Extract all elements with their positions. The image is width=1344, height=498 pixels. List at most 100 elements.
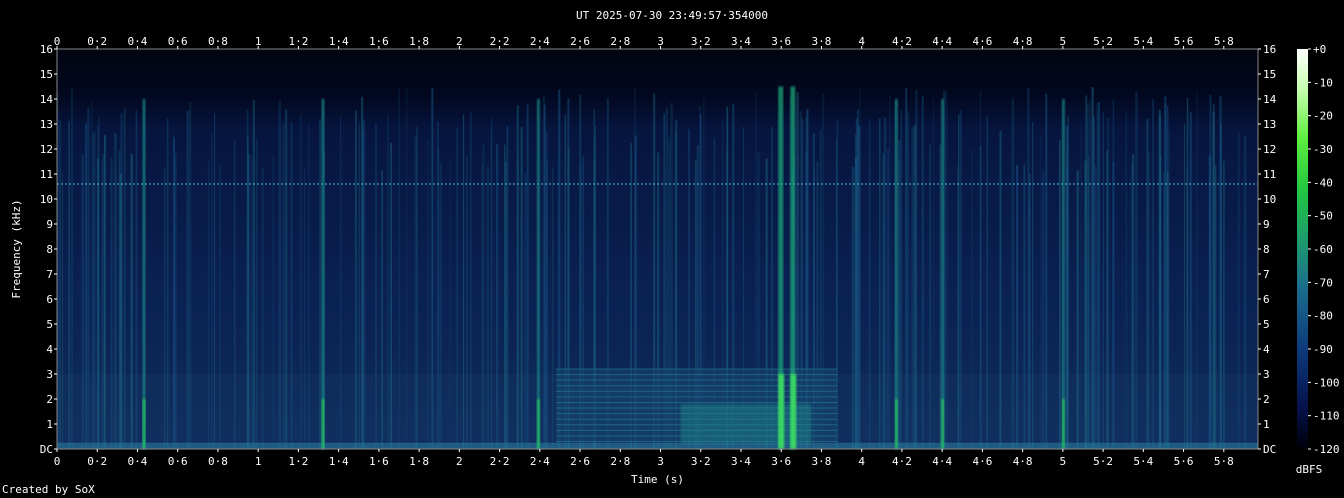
colorbar-tick-label: -100 (1313, 376, 1340, 389)
noise-streak (520, 126, 523, 449)
x-tick-label: 5 (1060, 455, 1067, 468)
noise-streak (1219, 96, 1222, 450)
x-tick-label: 2·8 (610, 455, 630, 468)
noise-streak (166, 118, 169, 449)
colorbar-tick-label: -50 (1313, 210, 1333, 223)
x-tick-label-top: 5·2 (1093, 35, 1113, 48)
x-tick-label: 2·4 (530, 455, 550, 468)
noise-streak (374, 123, 377, 450)
credit-text: Created by SoX (2, 483, 95, 496)
burst-streak (321, 99, 325, 449)
noise-streak (438, 148, 440, 449)
colorbar-gradient (1297, 49, 1308, 449)
noise-streak (87, 107, 90, 450)
noise-streak (102, 153, 105, 450)
x-tick-label: 1·6 (369, 455, 389, 468)
y-tick-label: 12 (40, 143, 53, 156)
x-tick-label: 4·2 (892, 455, 912, 468)
noise-streak (272, 154, 275, 450)
noise-streak (883, 117, 887, 449)
noise-streak (466, 155, 468, 450)
x-tick-label-top: 1·2 (288, 35, 308, 48)
noise-streak (1166, 171, 1169, 449)
burst-core (142, 399, 146, 449)
y-tick-label: 1 (46, 418, 53, 431)
colorbar-tick-label: -10 (1313, 76, 1333, 89)
x-tick-label: 0·4 (128, 455, 148, 468)
x-tick-label-top: 3 (657, 35, 664, 48)
x-tick-label-top: 1 (255, 35, 262, 48)
y-tick-label: 13 (40, 118, 53, 131)
noise-streak (1189, 112, 1192, 449)
noise-streak (340, 116, 342, 449)
y-tick-label-right: 6 (1263, 293, 1270, 306)
x-tick-label-top: 2·4 (530, 35, 550, 48)
noise-streak (971, 149, 973, 449)
y-tick-label: 4 (46, 343, 53, 356)
noise-streak (118, 150, 121, 449)
noise-streak (406, 86, 408, 449)
noise-streak (1015, 164, 1019, 449)
y-tick-label-right: 13 (1263, 118, 1276, 131)
noise-streak (1067, 115, 1069, 449)
x-tick-label: 3·2 (691, 455, 711, 468)
noise-streak (1196, 90, 1198, 449)
noise-streak (929, 144, 931, 449)
noise-streak (1086, 102, 1089, 449)
x-tick-label: 3·8 (812, 455, 832, 468)
noise-streak (1045, 93, 1048, 449)
noise-streak (921, 96, 924, 450)
noise-streak (905, 88, 908, 449)
x-tick-label: 0 (54, 455, 61, 468)
noise-streak (164, 168, 166, 450)
colorbar-tick-label: -70 (1313, 276, 1333, 289)
burst-core (536, 399, 540, 449)
x-tick-label-top: 4·6 (972, 35, 992, 48)
noise-streak (284, 109, 288, 450)
noise-streak (135, 110, 138, 449)
x-tick-label: 0·8 (208, 455, 228, 468)
colorbar-label: dBFS (1296, 463, 1323, 476)
noise-streak (361, 130, 364, 450)
x-tick-label: 5·6 (1174, 455, 1194, 468)
x-tick-label-top: 3·4 (731, 35, 751, 48)
y-tick-label: 16 (40, 43, 53, 56)
noise-streak (440, 163, 442, 449)
noise-streak (415, 126, 418, 450)
x-tick-label-top: 0·8 (208, 35, 228, 48)
burst-streak (1061, 99, 1065, 449)
y-tick-label: 3 (46, 368, 53, 381)
y-tick-label-right: 8 (1263, 243, 1270, 256)
noise-streak (1212, 111, 1215, 449)
noise-streak (250, 155, 253, 450)
x-tick-label-top: 3·2 (691, 35, 711, 48)
noise-streak (1096, 102, 1099, 450)
y-tick-label: 6 (46, 293, 53, 306)
y-tick-label-right: 7 (1263, 268, 1270, 281)
noise-streak (1107, 117, 1109, 450)
y-tick-label: 11 (40, 168, 53, 181)
noise-streak (1089, 100, 1091, 449)
colorbar-tick-label: -120 (1313, 443, 1340, 456)
noise-streak (1059, 140, 1061, 450)
x-tick-label: 0·6 (168, 455, 188, 468)
noise-streak (1131, 154, 1135, 450)
noise-streak (261, 167, 264, 449)
y-tick-label-right: 3 (1263, 368, 1270, 381)
noise-streak (911, 127, 914, 450)
noise-streak (358, 122, 361, 449)
noise-streak (851, 166, 855, 449)
noise-streak (999, 130, 1002, 449)
spectrogram-chart: 000·20·20·40·40·60·60·80·8111·21·21·41·4… (10, 35, 1340, 486)
noise-streak (490, 127, 493, 450)
noise-streak (70, 87, 73, 449)
noise-streak (932, 97, 935, 449)
noise-streak (175, 153, 177, 449)
noise-streak (58, 120, 62, 449)
noise-streak (319, 118, 321, 450)
noise-streak (1094, 165, 1097, 450)
noise-streak (398, 88, 400, 449)
noise-streak (869, 156, 871, 449)
noise-streak (1131, 163, 1133, 449)
noise-streak (1032, 122, 1034, 450)
